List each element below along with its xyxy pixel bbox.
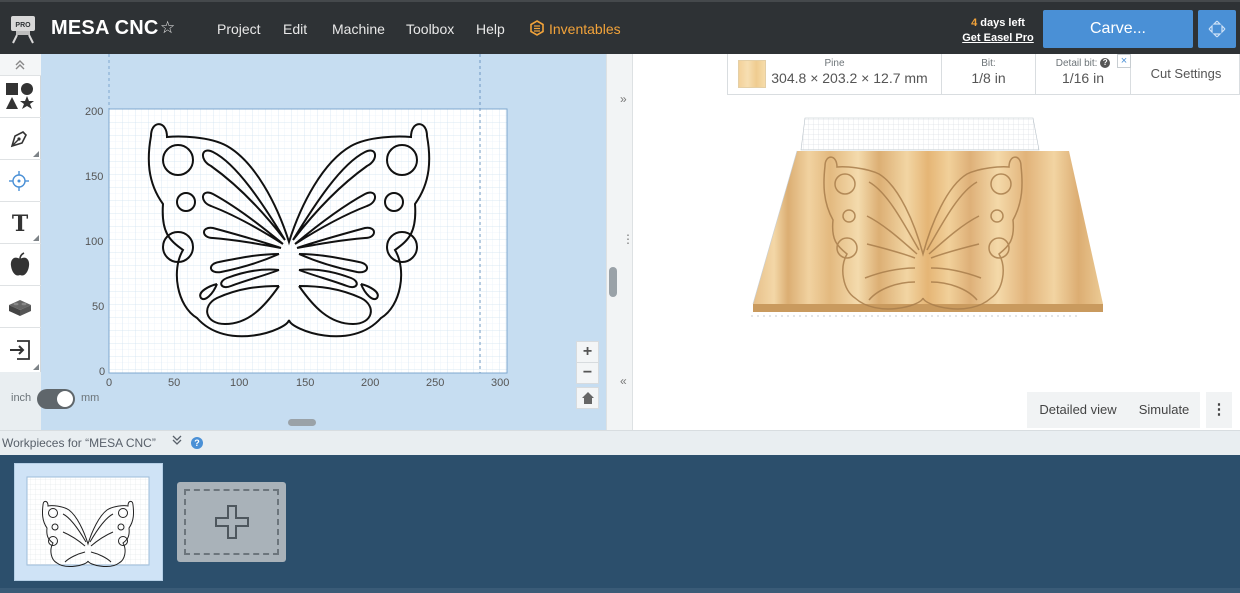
- menu-edit[interactable]: Edit: [283, 21, 307, 37]
- double-chevron-down-icon[interactable]: [172, 434, 182, 449]
- vertical-scrollbar[interactable]: [609, 267, 617, 297]
- preview-panel: Pine 304.8 × 203.2 × 12.7 mm Bit: 1/8 in…: [633, 54, 1240, 430]
- submenu-corner: [33, 364, 39, 370]
- 3d-preview-render[interactable]: [633, 54, 1240, 430]
- panel-bottom-edge: [0, 588, 1240, 593]
- expand-arrows-icon: [1208, 20, 1226, 38]
- double-chevron-up-icon: [15, 60, 25, 70]
- material-front-edge: [753, 304, 1103, 312]
- material-dimensions: 304.8 × 203.2 × 12.7 mm: [771, 70, 928, 86]
- zoom-in-button[interactable]: +: [576, 341, 599, 363]
- unit-label-inch[interactable]: inch: [11, 392, 31, 404]
- cut-settings-bar: Pine 304.8 × 203.2 × 12.7 mm Bit: 1/8 in…: [727, 54, 1240, 95]
- x-tick: 150: [296, 377, 315, 389]
- workpiece-thumbnail[interactable]: [14, 463, 163, 581]
- menu-project[interactable]: Project: [217, 21, 261, 37]
- detail-bit-selector[interactable]: Detail bit: ? 1/16 in ×: [1036, 54, 1131, 94]
- design-canvas[interactable]: 200 150 100 50 0 0 50 100 150 200 250 30…: [11, 54, 606, 430]
- help-icon[interactable]: ?: [191, 437, 203, 449]
- menu-toolbox[interactable]: Toolbox: [406, 21, 454, 37]
- svg-text:PRO: PRO: [15, 22, 31, 29]
- x-tick: 50: [168, 377, 181, 389]
- import-tool[interactable]: [0, 328, 41, 372]
- x-tick: 100: [230, 377, 249, 389]
- detailed-view-button[interactable]: Detailed view: [1027, 392, 1129, 428]
- import-icon: [10, 340, 30, 360]
- pen-icon: [10, 131, 27, 148]
- y-tick: 200: [85, 106, 104, 118]
- carve-button[interactable]: Carve...: [1043, 10, 1193, 48]
- y-tick: 150: [85, 171, 104, 183]
- close-icon[interactable]: ×: [1117, 54, 1131, 68]
- cut-settings-button[interactable]: Cut Settings: [1131, 54, 1240, 94]
- bit-selector[interactable]: Bit: 1/8 in: [942, 54, 1036, 94]
- trial-status: 4 days left Get Easel Pro: [955, 16, 1041, 46]
- point-tool[interactable]: [0, 160, 41, 202]
- toggle-knob: [57, 391, 73, 407]
- material-selector[interactable]: Pine 304.8 × 203.2 × 12.7 mm: [728, 54, 942, 94]
- text-T-icon: T: [12, 211, 29, 235]
- fullscreen-button[interactable]: [1198, 10, 1236, 48]
- star-outline-icon[interactable]: ☆: [160, 18, 175, 38]
- horizontal-scrollbar[interactable]: [288, 419, 316, 426]
- project-title[interactable]: MESA CNC: [51, 17, 159, 40]
- zoom-out-button[interactable]: −: [576, 362, 599, 384]
- x-tick: 200: [361, 377, 380, 389]
- material-top: [753, 151, 1103, 304]
- help-icon[interactable]: ?: [1100, 58, 1111, 69]
- bit-label: Bit:: [981, 58, 996, 69]
- detail-bit-label: Detail bit:: [1055, 58, 1098, 69]
- submenu-corner: [33, 151, 39, 157]
- machine-bed-grid: [800, 117, 1040, 151]
- tool-sidebar: T: [0, 54, 41, 372]
- design-workspace[interactable]: [41, 54, 606, 430]
- shapes-tool[interactable]: [0, 76, 41, 118]
- panel-splitter[interactable]: » ⋮ «: [606, 54, 634, 430]
- collapse-tools-button[interactable]: [0, 54, 41, 76]
- menu-inventables[interactable]: Inventables: [549, 21, 621, 37]
- unit-label-mm[interactable]: mm: [81, 392, 99, 404]
- workpieces-header: Workpieces for “MESA CNC” ?: [0, 430, 1240, 455]
- submenu-corner: [33, 235, 39, 241]
- get-easel-pro-link[interactable]: Get Easel Pro: [955, 31, 1041, 46]
- plus-icon: [215, 505, 249, 539]
- expand-preview-button[interactable]: «: [620, 374, 627, 388]
- simulate-button[interactable]: Simulate: [1128, 392, 1200, 428]
- crosshair-icon: [9, 171, 29, 191]
- y-tick: 50: [92, 301, 105, 313]
- apps-tool[interactable]: [0, 286, 41, 328]
- shapes-icon: [6, 83, 34, 109]
- trial-days-label: days left: [977, 17, 1025, 29]
- detail-bit-value: 1/16 in: [1061, 70, 1105, 86]
- y-tick: 0: [99, 366, 106, 378]
- home-view-button[interactable]: [576, 387, 599, 409]
- x-tick: 0: [106, 377, 113, 389]
- y-tick: 100: [85, 236, 104, 248]
- top-bar: PRO MESA CNC ☆ Project Edit Machine Tool…: [0, 0, 1240, 54]
- menu-machine[interactable]: Machine: [332, 21, 385, 37]
- easel-pro-logo-icon[interactable]: PRO: [10, 14, 36, 44]
- material-swatch: [738, 60, 766, 88]
- menu-help[interactable]: Help: [476, 21, 505, 37]
- more-options-icon[interactable]: ⋮: [1206, 392, 1232, 428]
- workpieces-title: Workpieces for “MESA CNC”: [2, 436, 156, 450]
- inventables-hex-icon: [530, 20, 544, 36]
- add-workpiece-button[interactable]: [177, 482, 286, 562]
- workpieces-panel: [0, 455, 1240, 593]
- apple-icon: [10, 252, 30, 276]
- collapse-preview-button[interactable]: »: [620, 92, 627, 106]
- x-tick: 250: [426, 377, 445, 389]
- x-tick: 300: [491, 377, 510, 389]
- pen-tool[interactable]: [0, 118, 41, 160]
- icon-library-tool[interactable]: [0, 244, 41, 286]
- text-tool[interactable]: T: [0, 202, 41, 244]
- home-icon: [581, 392, 594, 404]
- bit-value: 1/8 in: [971, 70, 1006, 86]
- lego-brick-icon: [9, 300, 31, 316]
- unit-toggle[interactable]: [37, 389, 75, 409]
- svg-text:T: T: [12, 211, 29, 235]
- workpiece-preview-image: [26, 476, 150, 567]
